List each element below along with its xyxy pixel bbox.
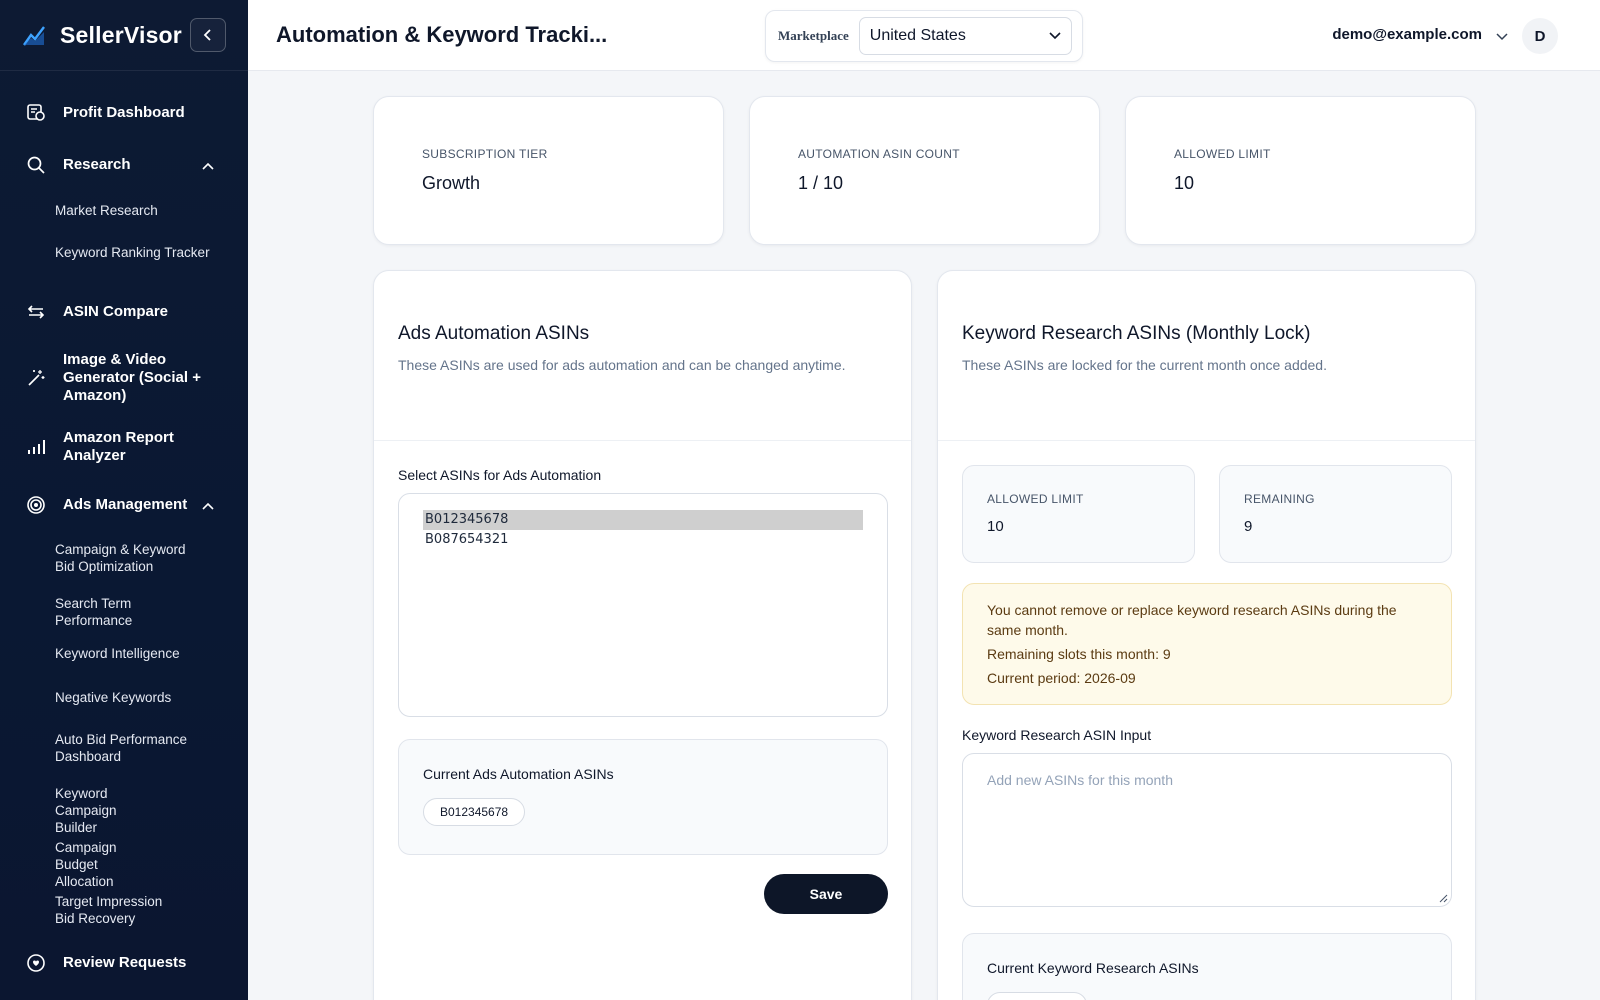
stat-value: 1 / 10	[798, 173, 844, 193]
sidebar-item-asin-compare[interactable]: ASIN Compare	[0, 283, 248, 341]
sidebar-subitem-bid-optimization[interactable]: Campaign & Keyword Bid Optimization	[0, 531, 200, 585]
chevron-up-icon	[202, 497, 214, 514]
sidebar-subitem-campaign-budget-allocation[interactable]: Campaign Budget Allocation	[0, 833, 150, 889]
asin-option[interactable]: B087654321	[423, 530, 863, 550]
stat-value: 9	[1244, 518, 1253, 535]
resize-handle-icon[interactable]	[1438, 893, 1448, 903]
current-ads-asins-card: Current Ads Automation ASINs B012345678	[398, 739, 888, 855]
divider	[938, 440, 1475, 441]
target-icon	[26, 495, 46, 515]
marketplace-selector: Marketplace United States	[765, 10, 1083, 62]
stat-value: Growth	[422, 173, 481, 193]
asin-chip	[987, 992, 1087, 1000]
sidebar-item-research[interactable]: Research	[0, 141, 248, 189]
keyword-asin-input[interactable]: Add new ASINs for this month	[962, 753, 1452, 907]
sidebar-subitem-keyword-intelligence[interactable]: Keyword Intelligence	[0, 641, 248, 683]
sidebar-item-amazon-report-analyzer[interactable]: Amazon Report Analyzer	[0, 415, 248, 479]
remaining-slots-text: Remaining slots this month: 9	[987, 646, 1171, 662]
sidebar-subitem-auto-bid-dashboard[interactable]: Auto Bid Performance Dashboard	[0, 725, 200, 779]
page-title: Automation & Keyword Tracki...	[276, 22, 608, 47]
sidebar-item-label: Ads Management	[63, 496, 188, 513]
field-label: Select ASINs for Ads Automation	[398, 467, 602, 483]
sidebar-item-label: Review Requests	[63, 954, 187, 971]
dashboard-icon	[26, 103, 46, 123]
sidebar-subitem-market-research[interactable]: Market Research	[0, 193, 248, 235]
chat-heart-icon	[26, 953, 46, 973]
stat-card-subscription-tier: SUBSCRIPTION TIER Growth	[373, 96, 724, 245]
marketplace-value: United States	[869, 27, 966, 44]
sidebar-item-image-video-generator[interactable]: Image & Video Generator (Social + Amazon…	[0, 341, 248, 415]
divider	[374, 440, 911, 441]
sidebar-subitem-keyword-campaign-builder[interactable]: Keyword Campaign Builder	[0, 779, 160, 835]
swap-arrows-icon	[26, 302, 46, 322]
brand-bar: SellerVisor	[0, 0, 248, 71]
collapse-sidebar-button[interactable]	[190, 18, 226, 52]
stat-value: 10	[1174, 173, 1195, 193]
marketplace-label: Marketplace	[778, 28, 849, 43]
search-icon	[26, 155, 46, 175]
chevron-up-icon	[202, 157, 214, 174]
stat-label: ALLOWED LIMIT	[1174, 147, 1271, 161]
sidebar-item-label: Research	[63, 156, 131, 173]
sidebar-nav: Profit Dashboard Research Market Researc…	[0, 71, 248, 985]
ads-automation-panel: Ads Automation ASINs These ASINs are use…	[373, 270, 912, 1000]
current-period-text: Current period: 2026-09	[987, 670, 1136, 686]
chevron-down-icon[interactable]	[1496, 28, 1508, 46]
save-button[interactable]: Save	[764, 874, 888, 914]
sidebar-item-label: Profit Dashboard	[63, 104, 185, 121]
sidebar-subitem-target-impression-bid-recovery[interactable]: Target Impression Bid Recovery	[0, 887, 170, 941]
stat-label: REMAINING	[1244, 492, 1315, 506]
stat-card-automation-asin-count: AUTOMATION ASIN COUNT 1 / 10	[749, 96, 1100, 245]
stat-label: ALLOWED LIMIT	[987, 492, 1084, 506]
stat-card-allowed-limit: ALLOWED LIMIT 10	[1125, 96, 1476, 245]
sidebar-item-label: ASIN Compare	[63, 303, 169, 320]
sidebar-item-review-requests[interactable]: Review Requests	[0, 941, 248, 985]
avatar[interactable]: D	[1522, 18, 1558, 54]
panel-title: Keyword Research ASINs (Monthly Lock)	[962, 323, 1311, 344]
brand-name: SellerVisor	[60, 21, 182, 48]
brand-logo-icon	[22, 23, 46, 47]
bar-chart-icon	[26, 437, 46, 457]
chevron-left-icon	[203, 29, 211, 41]
current-kw-asins-card: Current Keyword Research ASINs	[962, 933, 1452, 1000]
sidebar-subitem-keyword-ranking-tracker[interactable]: Keyword Ranking Tracker	[0, 235, 248, 277]
magic-wand-icon	[26, 368, 46, 388]
warning-text: You cannot remove or replace keyword res…	[987, 602, 1397, 638]
field-label: Keyword Research ASIN Input	[962, 727, 1152, 743]
stat-label: SUBSCRIPTION TIER	[422, 147, 548, 161]
kw-allowed-limit-card: ALLOWED LIMIT 10	[962, 465, 1195, 563]
user-email[interactable]: demo@example.com	[1332, 26, 1482, 43]
marketplace-select[interactable]: United States	[858, 17, 1072, 55]
sidebar: SellerVisor Profit Dashboard Research Ma…	[0, 0, 248, 1000]
stat-value: 10	[987, 518, 1004, 535]
stat-label: AUTOMATION ASIN COUNT	[798, 147, 960, 161]
monthly-lock-warning: You cannot remove or replace keyword res…	[962, 583, 1452, 705]
sidebar-item-profit-dashboard[interactable]: Profit Dashboard	[0, 85, 248, 141]
sidebar-item-ads-management[interactable]: Ads Management	[0, 479, 248, 531]
panel-description: These ASINs are used for ads automation …	[398, 357, 846, 373]
current-kw-asins-title: Current Keyword Research ASINs	[987, 960, 1199, 976]
asin-chip: B012345678	[423, 798, 526, 826]
sidebar-item-label: Amazon Report Analyzer	[63, 429, 174, 464]
kw-remaining-card: REMAINING 9	[1219, 465, 1452, 563]
chevron-down-icon	[1049, 27, 1061, 45]
sidebar-subitem-negative-keywords[interactable]: Negative Keywords	[0, 683, 248, 725]
keyword-research-panel: Keyword Research ASINs (Monthly Lock) Th…	[937, 270, 1476, 1000]
topbar: Automation & Keyword Tracki... Marketpla…	[248, 0, 1600, 71]
panel-description: These ASINs are locked for the current m…	[962, 357, 1327, 373]
panel-title: Ads Automation ASINs	[398, 323, 590, 344]
asin-option[interactable]: B012345678	[423, 510, 863, 530]
sidebar-subitem-search-term-performance[interactable]: Search Term Performance	[0, 585, 160, 641]
current-ads-asins-title: Current Ads Automation ASINs	[423, 766, 614, 782]
ads-asin-multiselect[interactable]: B012345678 B087654321	[398, 493, 888, 717]
sidebar-item-label: Image & Video Generator (Social + Amazon…	[63, 351, 201, 404]
